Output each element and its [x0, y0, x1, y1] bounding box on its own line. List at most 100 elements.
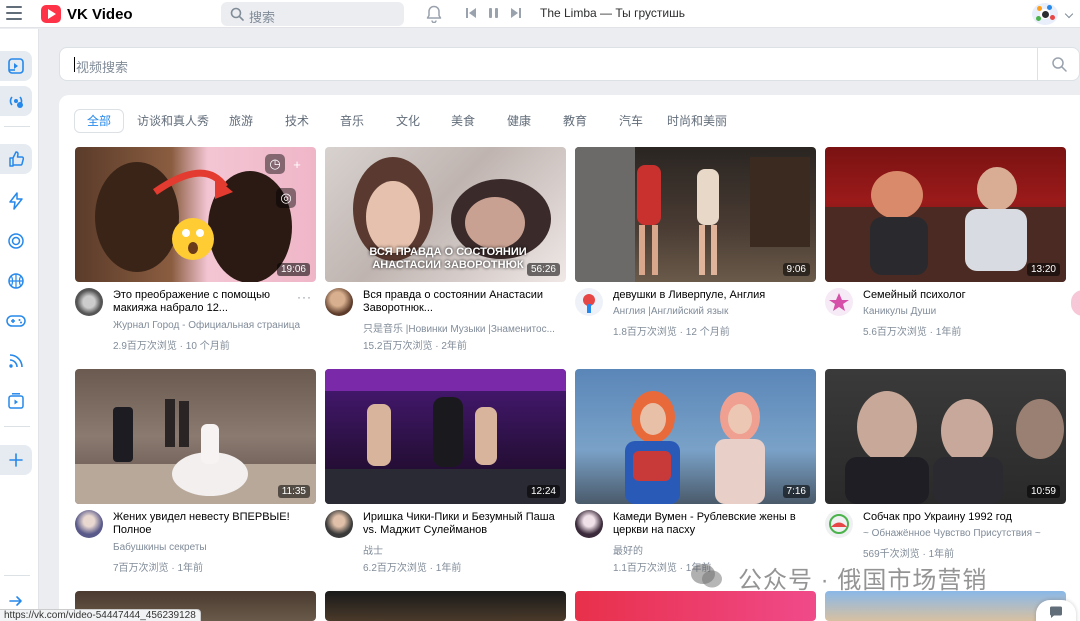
- video-duration: 56:26: [526, 263, 560, 276]
- more-options-icon[interactable]: ···: [297, 290, 312, 304]
- sidebar-item-subscriptions[interactable]: [0, 346, 32, 376]
- video-thumbnail[interactable]: 7:16: [575, 369, 816, 504]
- sidebar-item-shorts[interactable]: [0, 186, 32, 216]
- scan-icon[interactable]: ◎: [276, 188, 296, 208]
- video-title[interactable]: Камеди Вумен - Рублевские жены в церкви …: [613, 511, 808, 537]
- vk-video-logo[interactable]: [41, 5, 61, 23]
- channel-avatar[interactable]: [75, 510, 103, 538]
- status-bar-url: https://vk.com/video-54447444_456239128: [0, 609, 201, 621]
- channel-avatar[interactable]: [575, 288, 603, 316]
- video-library-icon: [8, 393, 24, 409]
- tab-cars[interactable]: 汽车: [619, 109, 643, 133]
- video-thumbnail[interactable]: [575, 591, 816, 621]
- video-duration: 10:59: [1026, 485, 1060, 498]
- video-meta: 2.9百万次浏览 · 10 个月前: [113, 341, 230, 352]
- sidebar-item-catalog[interactable]: [0, 51, 32, 81]
- video-thumbnail[interactable]: 10:59: [825, 369, 1066, 504]
- tab-health[interactable]: 健康: [507, 109, 531, 133]
- channel-avatar[interactable]: [325, 510, 353, 538]
- tab-fashion[interactable]: 时尚和美丽: [667, 109, 727, 133]
- search-icon: [230, 7, 244, 21]
- video-channel[interactable]: Журнал Город - Официальная страница: [113, 320, 313, 331]
- video-title[interactable]: Это преображение с помощью макияжа набра…: [113, 289, 308, 315]
- sidebar-item-live[interactable]: [0, 86, 32, 116]
- video-duration: 9:06: [782, 263, 810, 276]
- channel-logo-icon: [583, 294, 595, 313]
- lightning-icon: [9, 192, 23, 210]
- video-thumbnail[interactable]: 9:06: [575, 147, 816, 282]
- bell-icon[interactable]: [426, 5, 442, 23]
- video-catalog-icon: [8, 58, 24, 74]
- video-channel[interactable]: Бабушкины секреты: [113, 542, 313, 553]
- basketball-icon: [8, 273, 24, 289]
- sidebar-item-my-videos[interactable]: [0, 386, 32, 416]
- video-thumbnail[interactable]: [325, 591, 566, 621]
- channel-avatar[interactable]: [575, 510, 603, 538]
- video-meta: 6.2百万次浏览 · 1年前: [363, 563, 462, 574]
- next-icon[interactable]: [510, 7, 521, 19]
- channel-avatar[interactable]: [325, 288, 353, 316]
- channel-avatar[interactable]: [825, 510, 853, 538]
- menu-icon[interactable]: [6, 6, 22, 20]
- video-thumbnail[interactable]: 11:35: [75, 369, 316, 504]
- thumbnail-art: [625, 391, 765, 504]
- watermark-text: 公众号 · 俄国市场营销: [738, 567, 988, 594]
- video-title[interactable]: Вся правда о состоянии Анастасии Заворот…: [363, 289, 558, 315]
- video-channel[interactable]: 只是音乐 |Новинки Музыки |Знаменитос...: [363, 320, 563, 335]
- video-duration: 7:16: [782, 485, 810, 498]
- video-title[interactable]: девушки в Ливерпуле, Англия: [613, 289, 808, 302]
- thumbnail-art: [325, 369, 566, 504]
- video-title[interactable]: Собчак про Украину 1992 год: [863, 511, 1058, 524]
- chevron-down-icon[interactable]: [1064, 9, 1074, 19]
- prev-icon[interactable]: [466, 7, 477, 19]
- watch-later-icon[interactable]: ◷: [265, 154, 285, 174]
- video-search-input[interactable]: 视频搜索: [59, 47, 1080, 81]
- video-search-placeholder: 视频搜索: [76, 60, 129, 75]
- sidebar-item-channels[interactable]: [0, 226, 32, 256]
- video-title[interactable]: Иришка Чики-Пики и Безумный Паша vs. Мад…: [363, 511, 558, 537]
- video-thumbnail[interactable]: ◷ + ◎ 19:06: [75, 147, 316, 282]
- tab-interviews[interactable]: 访谈和真人秀: [137, 109, 209, 133]
- search-icon[interactable]: [1051, 56, 1067, 72]
- chat-button[interactable]: [1036, 600, 1076, 621]
- tab-music[interactable]: 音乐: [340, 109, 364, 133]
- sidebar: [0, 29, 39, 621]
- video-channel[interactable]: ~ Обнажённое Чувство Присутствия ~: [863, 528, 1063, 539]
- video-channel[interactable]: 战士: [363, 542, 563, 557]
- video-channel[interactable]: Англия |Английский язык: [613, 306, 813, 317]
- user-avatar[interactable]: [1032, 3, 1058, 25]
- sidebar-divider: [4, 575, 30, 576]
- pause-icon[interactable]: [488, 7, 499, 19]
- add-icon[interactable]: +: [287, 154, 307, 174]
- search-divider: [1037, 48, 1038, 80]
- gamepad-icon: [6, 315, 26, 327]
- tab-education[interactable]: 教育: [563, 109, 587, 133]
- chat-icon: [1049, 606, 1062, 618]
- brand-name[interactable]: VK Video: [67, 6, 133, 23]
- channel-avatar[interactable]: [75, 288, 103, 316]
- thumbnail-art: [825, 167, 1066, 282]
- video-thumbnail[interactable]: [825, 591, 1066, 621]
- sidebar-item-liked[interactable]: [0, 144, 32, 174]
- video-thumbnail[interactable]: 12:24: [325, 369, 566, 504]
- tab-travel[interactable]: 旅游: [229, 109, 253, 133]
- sidebar-item-add[interactable]: [0, 445, 32, 475]
- now-playing-track[interactable]: The Limba — Ты грустишь: [540, 6, 685, 20]
- channel-avatar[interactable]: [825, 288, 853, 316]
- video-channel[interactable]: Каникулы Души: [863, 306, 1063, 317]
- thumbnail-art: [845, 391, 1064, 504]
- sidebar-item-sport[interactable]: [0, 266, 32, 296]
- tab-food[interactable]: 美食: [451, 109, 475, 133]
- video-title[interactable]: Жених увидел невесту ВПЕРВЫЕ! Полное: [113, 511, 308, 537]
- video-title[interactable]: Семейный психолог: [863, 289, 1058, 302]
- tab-all[interactable]: 全部: [74, 109, 125, 133]
- sidebar-item-games[interactable]: [0, 306, 32, 336]
- video-duration: 12:24: [526, 485, 560, 498]
- tab-tech[interactable]: 技术: [285, 109, 309, 133]
- video-channel[interactable]: 最好的: [613, 542, 813, 557]
- top-search-input[interactable]: 搜索: [221, 2, 404, 26]
- tab-culture[interactable]: 文化: [396, 109, 420, 133]
- video-thumbnail[interactable]: 13:20: [825, 147, 1066, 282]
- video-thumbnail[interactable]: ВСЯ ПРАВДА О СОСТОЯНИИ АНАСТАСИИ ЗАВОРОТ…: [325, 147, 566, 282]
- arrow-right-icon: [9, 596, 22, 606]
